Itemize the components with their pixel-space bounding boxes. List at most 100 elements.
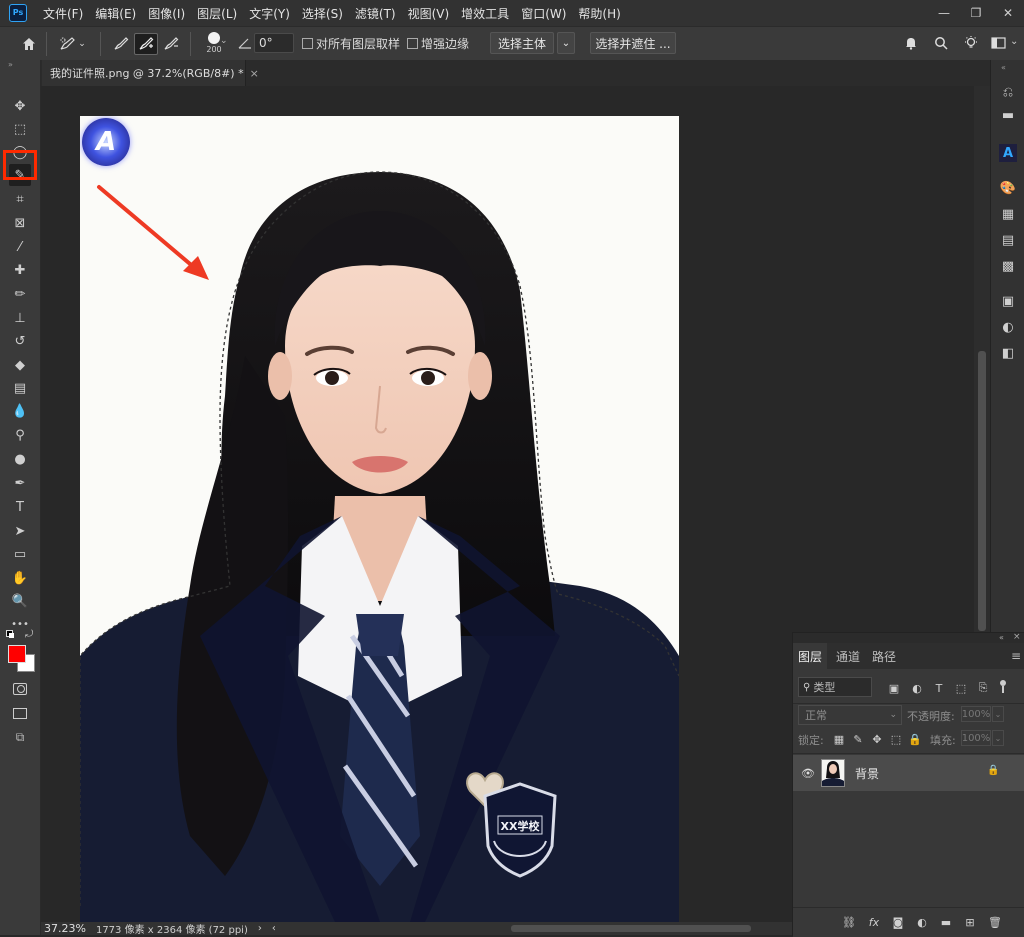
- notifications-bell-icon[interactable]: [904, 36, 918, 50]
- zoom-tool[interactable]: 🔍: [9, 590, 31, 612]
- adjustment-layer-filter-icon[interactable]: ◐: [911, 682, 923, 695]
- restore-button[interactable]: ❐: [960, 0, 992, 26]
- close-tab-icon[interactable]: ×: [250, 67, 259, 80]
- rectangle-tool[interactable]: ▭: [9, 543, 31, 565]
- quick-mask-button[interactable]: [9, 678, 31, 700]
- close-button[interactable]: ✕: [992, 0, 1024, 26]
- pen-tool[interactable]: ✒: [9, 472, 31, 494]
- new-layer-icon[interactable]: ⊞: [964, 916, 976, 929]
- panel-menu-icon[interactable]: ≡: [1011, 649, 1021, 663]
- document-tab[interactable]: 我的证件照.png @ 37.2%(RGB/8#) * ×: [42, 60, 259, 86]
- crop-tool[interactable]: ⌗: [9, 188, 31, 210]
- adjustments-icon[interactable]: ◐: [1000, 319, 1016, 335]
- healing-brush-tool[interactable]: ✚: [9, 259, 31, 281]
- opacity-dropdown[interactable]: ⌄: [992, 706, 1004, 722]
- layer-row[interactable]: 👁 背景 🔒: [793, 755, 1024, 791]
- home-button[interactable]: [18, 33, 40, 55]
- menu-item[interactable]: 图层(L): [191, 5, 243, 22]
- dodge-tool[interactable]: ⚲: [9, 424, 31, 446]
- shape-layer-filter-icon[interactable]: ⬚: [955, 682, 967, 695]
- panel-tab[interactable]: 路径: [872, 643, 896, 669]
- search-icon[interactable]: [934, 36, 948, 50]
- clone-stamp-tool[interactable]: ⊥: [9, 307, 31, 329]
- layer-filter-select[interactable]: ⚲ 类型: [798, 677, 872, 697]
- color-icon[interactable]: 🎨: [1000, 180, 1016, 196]
- select-subject-options[interactable]: ⌄: [557, 32, 575, 54]
- blur-tool[interactable]: 💧: [9, 400, 31, 422]
- menu-item[interactable]: 窗口(W): [515, 5, 572, 22]
- visibility-eye-icon[interactable]: 👁: [801, 767, 815, 780]
- scroll-left-icon[interactable]: ‹: [272, 923, 276, 934]
- horizontal-scrollbar-thumb[interactable]: [511, 925, 751, 932]
- document-info[interactable]: 1773 像素 x 2364 像素 (72 ppi): [96, 921, 248, 936]
- new-selection-mode[interactable]: [110, 33, 132, 55]
- collapse-icon[interactable]: «: [1001, 63, 1006, 72]
- gradient-tool[interactable]: ▤: [9, 377, 31, 399]
- adobe-express-icon[interactable]: A: [999, 144, 1017, 162]
- properties-icon[interactable]: ◧: [1000, 345, 1016, 361]
- menu-item[interactable]: 文字(Y): [243, 5, 296, 22]
- lock-position-icon[interactable]: ✥: [871, 733, 883, 746]
- gradients-icon[interactable]: ▤: [1000, 232, 1016, 248]
- collapse-icon[interactable]: »: [8, 60, 13, 69]
- panel-tab[interactable]: 图层: [793, 643, 827, 669]
- type-tool[interactable]: T: [9, 496, 31, 518]
- move-tool[interactable]: ✥: [9, 95, 31, 117]
- workspace-icon[interactable]: [991, 36, 1007, 50]
- collapse-icon[interactable]: «: [999, 633, 1004, 642]
- history-brush-tool[interactable]: ↺: [9, 330, 31, 352]
- generative-button[interactable]: ⧉: [9, 726, 31, 748]
- foreground-color-swatch[interactable]: [8, 645, 26, 663]
- select-and-mask-button[interactable]: 选择并遮住 ...: [590, 32, 676, 54]
- panel-tab[interactable]: 通道: [836, 643, 860, 669]
- lock-transparent-pixels-icon[interactable]: ▦: [833, 733, 845, 746]
- path-selection-tool[interactable]: ➤: [9, 520, 31, 542]
- swatches-icon[interactable]: ▦: [1000, 206, 1016, 222]
- select-subject-button[interactable]: 选择主体: [490, 32, 554, 54]
- brush-tool[interactable]: ✏: [9, 283, 31, 305]
- marquee-tool[interactable]: ⬚: [9, 118, 31, 140]
- status-chevron-icon[interactable]: ›: [258, 923, 262, 934]
- enhance-edge-checkbox[interactable]: [407, 38, 418, 49]
- swap-colors-icon[interactable]: ⤾: [25, 629, 33, 640]
- zoom-level[interactable]: 37.23%: [44, 922, 86, 935]
- angle-input[interactable]: 0°: [254, 33, 294, 53]
- tool-preset-picker[interactable]: ⌄: [54, 33, 90, 55]
- filter-toggle[interactable]: [999, 680, 1007, 694]
- sponge-tool[interactable]: ●: [9, 448, 31, 470]
- lock-all-icon[interactable]: 🔒: [908, 733, 922, 746]
- fill-input[interactable]: 100%: [961, 730, 991, 746]
- menu-item[interactable]: 增效工具: [455, 5, 515, 22]
- menu-item[interactable]: 图像(I): [142, 5, 191, 22]
- default-colors-icon[interactable]: [6, 630, 14, 638]
- prevent-autonest-icon[interactable]: ⬚: [890, 733, 902, 746]
- history-icon[interactable]: ⎌: [1000, 84, 1016, 100]
- blend-mode-select[interactable]: 正常 ⌄: [798, 705, 902, 725]
- screen-mode-button[interactable]: [9, 702, 31, 724]
- type-layer-filter-icon[interactable]: T: [933, 682, 945, 695]
- scrollbar-thumb[interactable]: [978, 351, 986, 631]
- frame-tool[interactable]: ⊠: [9, 212, 31, 234]
- link-icon[interactable]: ⛓: [842, 916, 856, 929]
- menu-item[interactable]: 滤镜(T): [349, 5, 402, 22]
- fx-icon[interactable]: fx: [868, 916, 880, 929]
- lock-image-pixels-icon[interactable]: ✎: [852, 733, 864, 746]
- menu-item[interactable]: 帮助(H): [572, 5, 626, 22]
- menu-item[interactable]: 视图(V): [402, 5, 456, 22]
- libraries-icon[interactable]: ▣: [1000, 293, 1016, 309]
- eyedropper-tool[interactable]: ⁄: [9, 236, 31, 258]
- pixel-layer-filter-icon[interactable]: ▣: [888, 682, 900, 695]
- add-to-selection-mode[interactable]: [134, 33, 158, 55]
- mask-icon[interactable]: ◙: [892, 916, 904, 929]
- sample-all-layers-checkbox[interactable]: [302, 38, 313, 49]
- close-panel-icon[interactable]: ×: [1013, 632, 1021, 642]
- adjustment-layer-icon[interactable]: ◐: [916, 916, 928, 929]
- fill-dropdown[interactable]: ⌄: [992, 730, 1004, 746]
- menu-item[interactable]: 选择(S): [296, 5, 349, 22]
- minimize-button[interactable]: —: [928, 0, 960, 26]
- trash-icon[interactable]: 🗑: [988, 916, 1002, 929]
- eraser-tool[interactable]: ◆: [9, 354, 31, 376]
- discover-lightbulb-icon[interactable]: [963, 35, 979, 51]
- menu-item[interactable]: 文件(F): [37, 5, 89, 22]
- hand-tool[interactable]: ✋: [9, 567, 31, 589]
